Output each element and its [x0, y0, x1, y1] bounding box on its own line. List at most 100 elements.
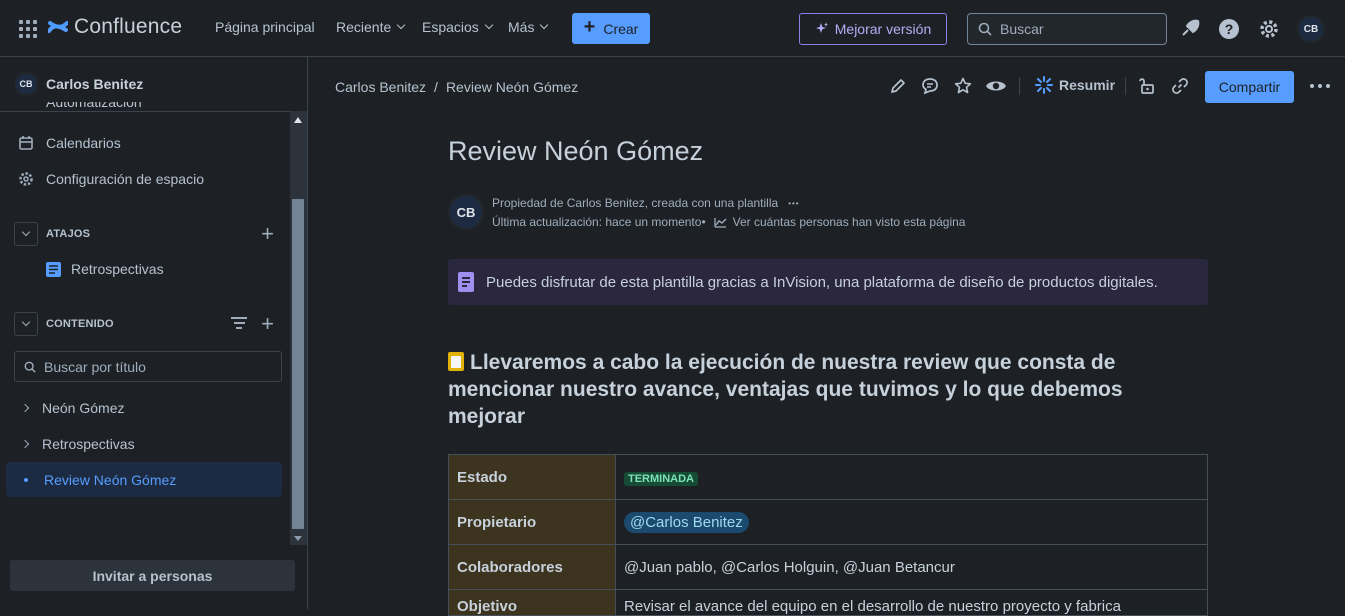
scroll-down-icon[interactable] — [294, 536, 302, 541]
confluence-logo[interactable]: Confluence — [48, 15, 182, 39]
table-label: Objetivo — [448, 589, 616, 616]
tree-item-label: Neón Gómez — [42, 400, 125, 416]
space-header[interactable]: CB Carlos Benitez — [0, 57, 308, 112]
table-cell[interactable]: Revisar el avance del equipo en el desar… — [615, 589, 1208, 616]
watch-eye-icon[interactable] — [985, 77, 1007, 95]
edit-pencil-icon[interactable] — [889, 77, 907, 95]
breadcrumb-space[interactable]: Carlos Benitez — [335, 79, 426, 95]
table-row: Propietario @Carlos Benitez — [448, 499, 1208, 545]
byline-more-icon[interactable]: ••• — [788, 199, 799, 208]
page-icon — [46, 261, 61, 277]
table-row: Colaboradores @Juan pablo, @Carlos Holgu… — [448, 544, 1208, 590]
share-button[interactable]: Compartir — [1205, 71, 1294, 103]
notifications-icon[interactable] — [1179, 18, 1201, 40]
chevron-down-icon — [21, 317, 31, 327]
nav-more-label: Más — [508, 19, 535, 35]
title-search-placeholder: Buscar por título — [44, 358, 146, 375]
shortcut-retrospectivas[interactable]: Retrospectivas — [46, 261, 164, 277]
tree-item-review-neon-gomez[interactable]: Review Neón Gómez — [6, 462, 282, 497]
chevron-down-icon — [540, 20, 549, 30]
ai-summarize-icon — [1035, 76, 1053, 94]
section-heading: Llevaremos a cabo la ejecución de nuestr… — [448, 349, 1168, 430]
invite-people-button[interactable]: Invitar a personas — [10, 560, 295, 591]
space-sidebar: Automatización CB Carlos Benitez Calenda… — [0, 57, 308, 609]
user-avatar[interactable]: CB — [1297, 15, 1325, 43]
table-row: Estado TERMINADA — [448, 454, 1208, 500]
clipboard-emoji-icon — [448, 352, 464, 371]
scrollbar-thumb[interactable] — [292, 199, 304, 529]
nav-spaces[interactable]: Espacios — [422, 19, 494, 35]
help-icon[interactable]: ? — [1218, 18, 1240, 40]
table-label: Propietario — [448, 499, 616, 545]
svg-text:?: ? — [1225, 21, 1234, 37]
toolbar-divider — [1125, 77, 1126, 95]
tree-item-retrospectivas[interactable]: Retrospectivas — [20, 436, 135, 452]
title-search-input[interactable]: Buscar por título — [14, 351, 282, 382]
table-row: Objetivo Revisar el avance del equipo en… — [448, 589, 1208, 616]
details-table: Estado TERMINADA Propietario @Carlos Ben… — [448, 454, 1208, 616]
page-views-link[interactable]: Ver cuántas personas han visto esta pági… — [733, 215, 966, 229]
page-title: Review Neón Gómez — [448, 136, 704, 166]
nav-home[interactable]: Página principal — [215, 19, 315, 35]
chevron-down-icon — [397, 20, 406, 30]
page-content: Carlos Benitez / Review Neón Gómez Resum… — [309, 57, 1345, 616]
user-mention[interactable]: @Carlos Benitez — [624, 511, 749, 533]
tree-item-label: Retrospectivas — [42, 436, 135, 452]
shortcuts-toggle[interactable] — [14, 222, 38, 246]
shortcuts-label: ATAJOS — [46, 228, 91, 240]
last-updated-text: Última actualización: hace un momento• — [492, 215, 706, 229]
calendar-icon — [19, 136, 33, 150]
link-icon[interactable] — [1171, 77, 1189, 95]
create-label: Crear — [603, 20, 639, 37]
tree-item-label: Review Neón Gómez — [44, 471, 177, 488]
tree-item-neon-gomez[interactable]: Neón Gómez — [20, 400, 125, 416]
heading-text: Llevaremos a cabo la ejecución de nuestr… — [448, 351, 1123, 428]
byline-owner: Propiedad de Carlos Benitez, creada con … — [492, 196, 800, 210]
nav-home-label: Página principal — [215, 19, 315, 35]
sidebar-item-space-settings[interactable]: Configuración de espacio — [18, 171, 204, 187]
table-cell[interactable]: TERMINADA — [615, 454, 1208, 500]
search-icon — [24, 361, 36, 373]
star-icon[interactable] — [954, 77, 972, 95]
nav-recent[interactable]: Reciente — [336, 19, 406, 35]
filter-icon[interactable] — [230, 314, 248, 332]
sidebar-item-calendars[interactable]: Calendarios — [18, 135, 121, 151]
chevron-right-icon[interactable] — [20, 439, 30, 449]
create-button[interactable]: + Crear — [572, 13, 650, 44]
status-badge[interactable]: TERMINADA — [624, 471, 698, 486]
comment-icon[interactable] — [921, 77, 939, 95]
sidebar-item-label: Configuración de espacio — [46, 171, 204, 187]
nav-spaces-label: Espacios — [422, 19, 479, 35]
content-section: CONTENIDO + — [14, 311, 286, 337]
unlock-icon[interactable] — [1138, 77, 1156, 95]
upgrade-label: Mejorar versión — [834, 21, 932, 37]
top-navigation-bar: Confluence Página principal Reciente Esp… — [0, 0, 1345, 57]
add-content-icon[interactable]: + — [261, 311, 274, 337]
summarize-button[interactable]: Resumir — [1035, 76, 1115, 94]
content-toggle[interactable] — [14, 312, 38, 336]
nav-recent-label: Reciente — [336, 19, 392, 35]
upgrade-button[interactable]: Mejorar versión — [799, 13, 947, 45]
note-panel: Puedes disfrutar de esta plantilla graci… — [448, 259, 1208, 305]
add-shortcut-icon[interactable]: + — [261, 221, 274, 247]
breadcrumb-page[interactable]: Review Neón Gómez — [446, 79, 578, 95]
bullet-icon — [24, 477, 28, 482]
analytics-icon — [713, 217, 727, 228]
sidebar-scrollbar[interactable] — [290, 111, 307, 545]
plus-icon: + — [583, 16, 596, 38]
author-avatar[interactable]: CB — [448, 194, 484, 230]
search-input[interactable]: Buscar — [967, 13, 1167, 45]
owner-text: Propiedad de Carlos Benitez, creada con … — [492, 196, 779, 210]
nav-more[interactable]: Más — [508, 19, 549, 35]
summarize-label: Resumir — [1059, 77, 1116, 93]
note-icon — [458, 272, 474, 292]
byline-updated: Última actualización: hace un momento• V… — [492, 215, 965, 229]
chevron-right-icon[interactable] — [20, 403, 30, 413]
table-cell[interactable]: @Juan pablo, @Carlos Holguin, @Juan Beta… — [615, 544, 1208, 590]
app-switcher-icon[interactable] — [19, 20, 37, 38]
scroll-up-icon[interactable] — [294, 117, 302, 123]
settings-gear-icon[interactable] — [1258, 18, 1280, 40]
search-icon — [978, 22, 992, 36]
table-cell[interactable]: @Carlos Benitez — [615, 499, 1208, 545]
more-actions-icon[interactable] — [1310, 84, 1330, 88]
